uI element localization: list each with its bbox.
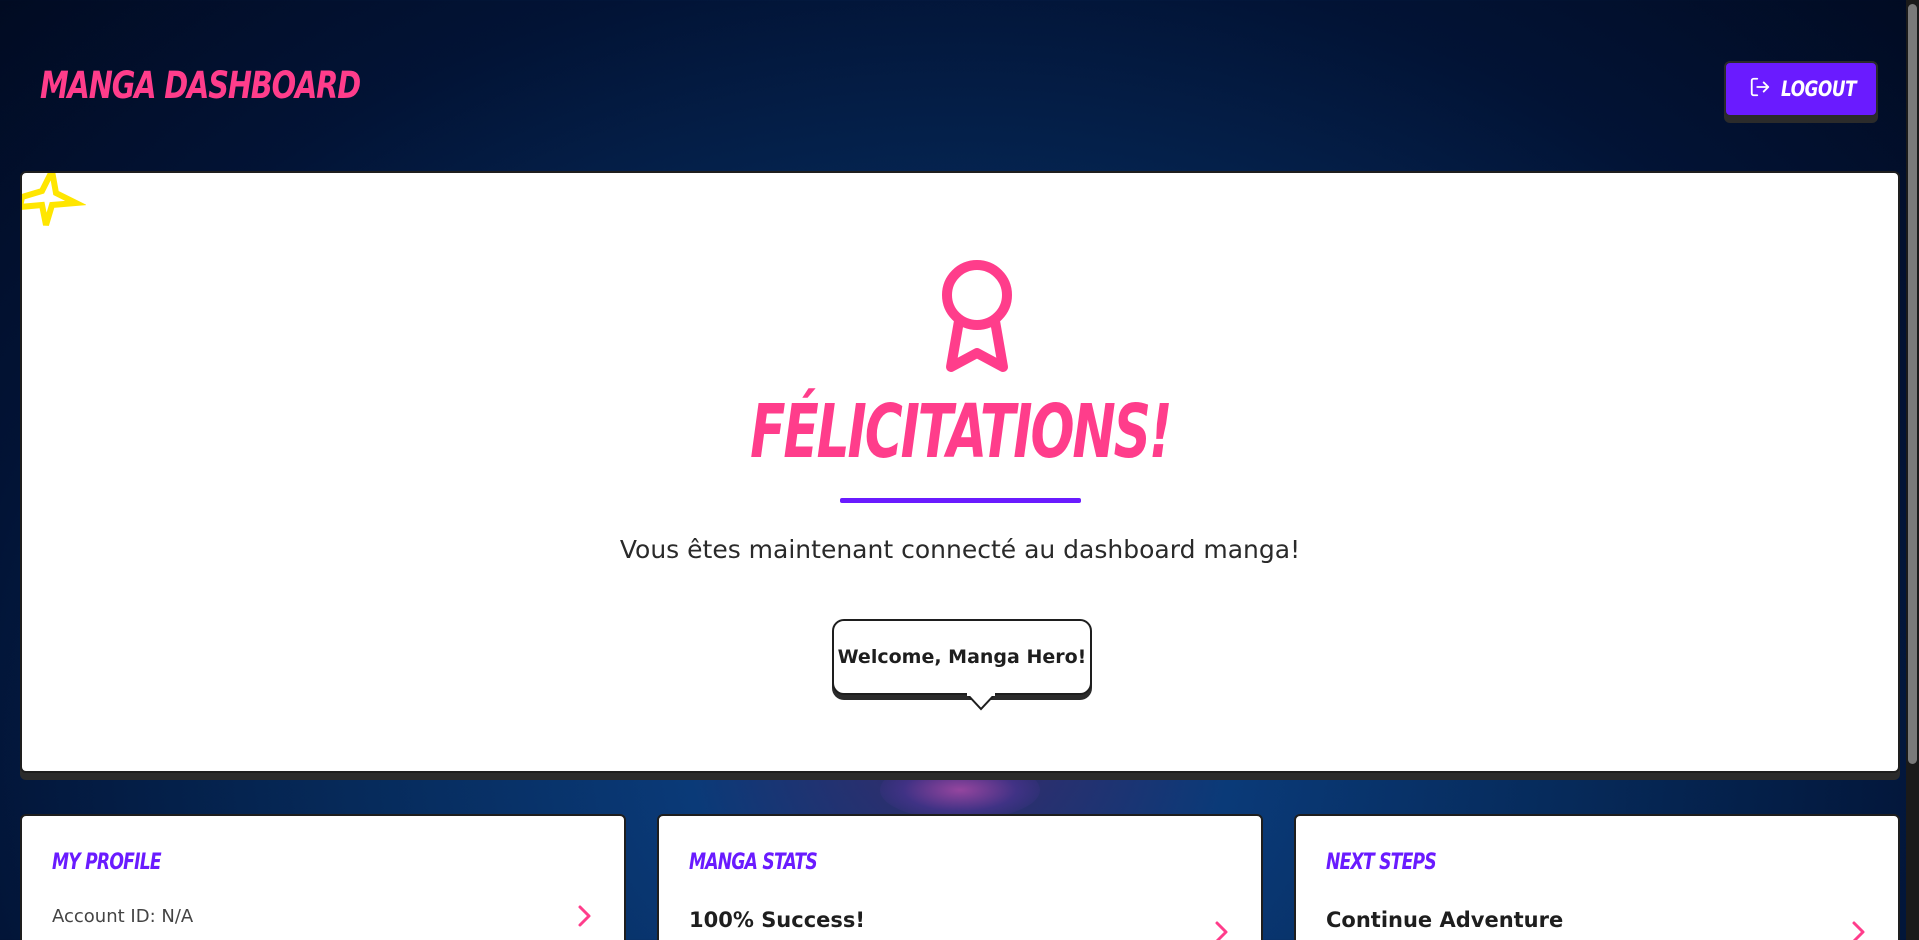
logout-label: Logout (1781, 77, 1857, 101)
stats-card-title: Manga Stats (689, 850, 818, 875)
logout-button[interactable]: Logout (1724, 61, 1878, 117)
brand-title: Manga Dashboard (40, 64, 361, 107)
title-underline (840, 498, 1081, 503)
cards-row: My Profile Account ID: N/A Manga Stats 1… (20, 814, 1900, 940)
stats-card[interactable]: Manga Stats 100% Success! (657, 814, 1263, 940)
chevron-right-icon[interactable] (1211, 920, 1231, 940)
scrollbar-thumb[interactable] (1908, 4, 1917, 764)
profile-card-body: Account ID: N/A (52, 906, 194, 927)
header: Manga Dashboard Logout (0, 0, 1919, 170)
hero-subtitle: Vous êtes maintenant connecté au dashboa… (619, 535, 1301, 564)
chevron-right-icon[interactable] (574, 904, 594, 932)
profile-card-title: My Profile (52, 850, 162, 875)
hero-title-text: Félicitations! (749, 389, 1172, 475)
speech-bubble: Welcome, Manga Hero! (832, 619, 1092, 695)
welcome-card: Félicitations! Vous êtes maintenant conn… (20, 171, 1900, 773)
next-steps-card[interactable]: Next Steps Continue Adventure (1294, 814, 1900, 940)
speech-bubble-tail (963, 692, 999, 717)
chevron-right-icon[interactable] (1848, 920, 1868, 940)
star-icon (22, 173, 87, 241)
next-steps-card-title: Next Steps (1326, 850, 1437, 875)
next-steps-card-body: Continue Adventure (1326, 908, 1564, 932)
stats-card-body: 100% Success! (689, 908, 865, 932)
logout-icon (1749, 76, 1771, 102)
vertical-scrollbar[interactable] (1906, 0, 1919, 940)
profile-card[interactable]: My Profile Account ID: N/A (20, 814, 626, 940)
hero-title: Félicitations! (22, 395, 1898, 469)
award-ribbon-icon (937, 257, 1017, 381)
